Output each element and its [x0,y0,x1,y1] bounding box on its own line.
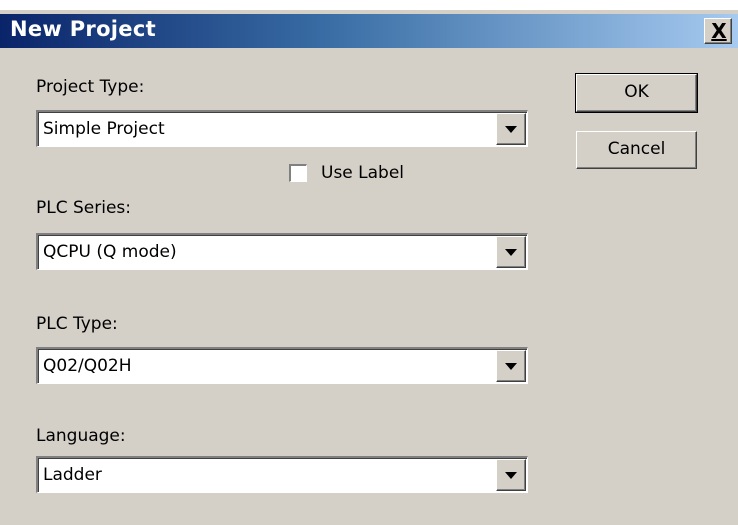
language-label: Language: [36,426,126,446]
ok-button[interactable]: OK [575,73,698,113]
chevron-down-icon[interactable] [496,113,526,145]
plc-type-select[interactable]: Q02/Q02H [36,347,528,384]
cancel-button[interactable]: Cancel [576,131,697,169]
project-type-value: Simple Project [43,119,165,139]
project-type-select[interactable]: Simple Project [36,110,528,147]
plc-series-value: QCPU (Q mode) [43,242,177,262]
close-button[interactable]: X [704,18,732,44]
plc-series-label: PLC Series: [36,198,132,218]
plc-type-label: PLC Type: [36,314,118,334]
plc-series-select[interactable]: QCPU (Q mode) [36,233,528,270]
chevron-down-icon[interactable] [496,459,526,491]
chevron-down-icon[interactable] [496,236,526,268]
title-bar[interactable]: New Project X [0,14,738,48]
chevron-down-icon[interactable] [496,350,526,382]
use-label-text: Use Label [321,163,405,183]
project-type-label: Project Type: [36,77,145,97]
use-label-checkbox[interactable] [289,164,307,182]
cutoff-text-strip [0,0,738,10]
new-project-dialog: New Project X Project Type: Simple Proje… [0,10,738,525]
language-select[interactable]: Ladder [36,456,528,493]
language-value: Ladder [43,465,102,485]
close-icon: X [711,19,727,43]
dialog-title: New Project [10,17,156,41]
plc-type-value: Q02/Q02H [43,356,132,376]
